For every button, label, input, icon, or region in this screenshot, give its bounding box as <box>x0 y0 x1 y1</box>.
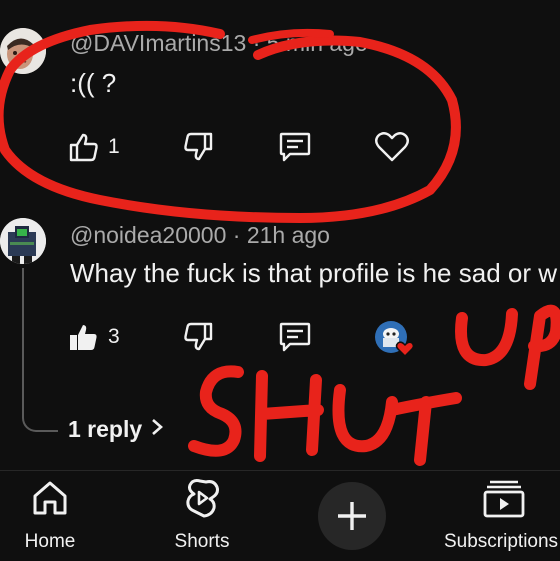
nav-shorts-label: Shorts <box>174 531 230 552</box>
commenter-avatar[interactable] <box>0 218 46 264</box>
creator-avatar-heart-icon <box>375 321 415 358</box>
heart-button[interactable] <box>374 131 410 163</box>
plus-icon <box>335 499 369 538</box>
like-count: 3 <box>108 325 120 348</box>
view-replies-button[interactable]: 1 reply <box>68 416 164 443</box>
reply-button[interactable] <box>278 131 312 163</box>
reply-button[interactable] <box>278 321 312 353</box>
nav-subscriptions[interactable]: Subscriptions <box>436 478 560 553</box>
like-button[interactable] <box>68 322 100 352</box>
comment-text: :(( ? <box>70 68 117 98</box>
thumbs-down-icon <box>184 132 213 161</box>
create-button[interactable] <box>318 482 386 550</box>
nav-home-label: Home <box>24 531 76 552</box>
chevron-right-icon <box>150 417 164 442</box>
dislike-button[interactable] <box>182 322 214 352</box>
comment-text: Whay the fuck is that profile is he sad … <box>70 258 557 288</box>
like-count: 1 <box>108 135 120 158</box>
nav-subscriptions-label: Subscriptions <box>444 531 559 552</box>
thumbs-up-filled-icon <box>70 325 97 350</box>
like-button[interactable] <box>68 132 100 162</box>
shorts-icon <box>182 478 222 523</box>
heart-icon <box>375 132 409 162</box>
comment-icon <box>279 132 311 162</box>
thumbs-up-icon <box>69 133 98 162</box>
commenter-avatar[interactable] <box>0 28 46 74</box>
home-icon <box>30 478 70 523</box>
thread-connector <box>22 268 58 432</box>
comment-icon <box>279 322 311 352</box>
thumbs-down-icon <box>184 322 213 351</box>
subscriptions-icon <box>482 478 526 523</box>
creator-heart-badge <box>374 320 416 358</box>
comment-author-handle[interactable]: @noidea20000 · 21h ago <box>70 222 330 249</box>
nav-shorts[interactable]: Shorts <box>160 478 244 553</box>
comment-author-handle[interactable]: @DAVImartins13 · 5 min ago <box>70 30 368 57</box>
nav-home[interactable]: Home <box>10 478 90 553</box>
dislike-button[interactable] <box>182 132 214 162</box>
replies-label: 1 reply <box>68 416 143 442</box>
